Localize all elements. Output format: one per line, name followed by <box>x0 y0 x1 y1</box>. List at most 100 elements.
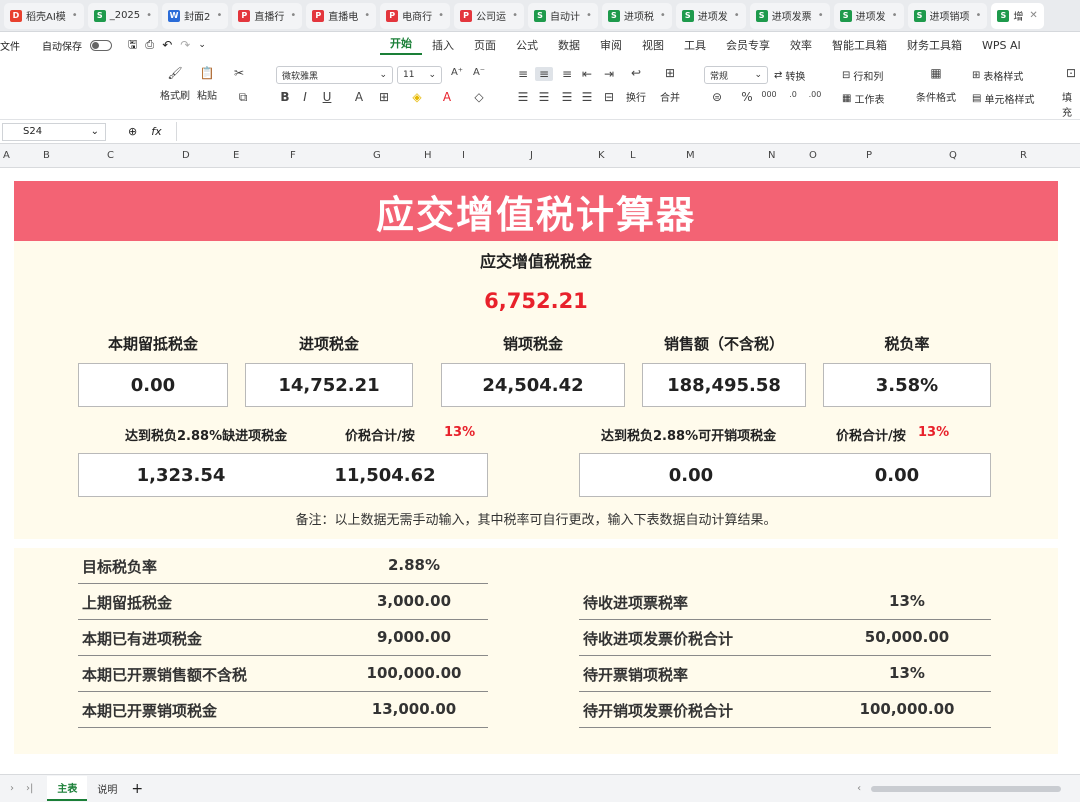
doc-tab-11[interactable]: S 进项发 • <box>833 2 904 29</box>
doc-tab-10[interactable]: S 进项发票 • <box>749 2 830 29</box>
column-header[interactable]: F <box>290 150 296 161</box>
merge-button[interactable]: ⊞ 合并 <box>660 66 680 104</box>
paste-button[interactable]: 📋 粘贴 <box>197 66 217 102</box>
close-icon[interactable]: • <box>892 10 898 21</box>
format-painter-button[interactable]: 🖌 格式刷 <box>160 66 190 102</box>
eraser-icon[interactable]: ◇ <box>470 90 488 104</box>
doc-tab-9[interactable]: S 进项发 • <box>675 2 746 29</box>
left-block-values[interactable]: 1,323.54 11,504.62 <box>78 453 488 497</box>
close-icon[interactable]: • <box>818 10 824 21</box>
align-top-icon[interactable]: ≡ <box>514 67 532 81</box>
chevron-down-icon[interactable]: ⌄ <box>198 40 206 50</box>
menu-page[interactable]: 页面 <box>464 37 506 53</box>
column-header[interactable]: R <box>1020 150 1027 161</box>
close-icon[interactable]: • <box>734 10 740 21</box>
cell-style-button[interactable]: ▤ 单元格样式 <box>972 91 1034 106</box>
underline-icon[interactable]: U <box>318 90 336 104</box>
currency-icon[interactable]: ⊜ <box>708 90 726 104</box>
close-icon[interactable]: • <box>364 10 370 21</box>
scroll-left-icon[interactable]: ‹ <box>857 783 861 794</box>
column-header[interactable]: E <box>233 150 239 161</box>
doc-tab-12[interactable]: S 进项销项 • <box>907 2 988 29</box>
column-header[interactable]: P <box>866 150 872 161</box>
doc-tab-6[interactable]: P 公司运 • <box>454 2 524 29</box>
fill-button[interactable]: ⊡ 填充 <box>1062 66 1080 119</box>
column-header[interactable]: M <box>686 150 695 161</box>
indent-increase-icon[interactable]: ⇥ <box>600 67 618 81</box>
column-header[interactable]: I <box>462 150 465 161</box>
align-right-icon[interactable]: ☰ <box>558 90 576 104</box>
column-header[interactable]: H <box>424 150 432 161</box>
sheet-tab-notes[interactable]: 说明 <box>87 777 127 800</box>
decimal-increase-icon[interactable]: .0 <box>784 90 802 99</box>
metric-value-tax-burden[interactable]: 3.58% <box>823 363 991 407</box>
menu-wps-ai[interactable]: WPS AI <box>972 39 1031 52</box>
autosave-toggle[interactable] <box>90 39 112 51</box>
font-size-select[interactable]: 11 ⌄ <box>397 66 442 84</box>
convert-button[interactable]: ⇄ 转换 <box>774 68 805 83</box>
column-header[interactable]: D <box>182 150 190 161</box>
doc-tab-4[interactable]: P 直播电 • <box>306 2 377 29</box>
column-header[interactable]: Q <box>949 150 957 161</box>
copy-icon[interactable]: ⧉ <box>234 90 252 105</box>
add-sheet-icon[interactable]: + <box>131 781 143 797</box>
increase-font-icon[interactable]: A⁺ <box>448 67 466 78</box>
file-menu[interactable]: 文件 <box>0 38 20 53</box>
menu-view[interactable]: 视图 <box>632 37 674 53</box>
print-icon[interactable]: ⎙ <box>145 38 154 52</box>
align-center-icon[interactable]: ☰ <box>535 90 553 104</box>
wrap-button[interactable]: ↩ 换行 <box>626 66 646 104</box>
fx-icon[interactable]: fx <box>151 125 161 138</box>
column-header[interactable]: B <box>43 150 50 161</box>
column-header[interactable]: C <box>107 150 114 161</box>
column-header[interactable]: K <box>598 150 605 161</box>
menu-review[interactable]: 审阅 <box>590 37 632 53</box>
right-block-rate[interactable]: 13% <box>918 425 949 440</box>
align-left-icon[interactable]: ☰ <box>514 90 532 104</box>
menu-smart-tools[interactable]: 智能工具箱 <box>822 37 897 53</box>
menu-formula[interactable]: 公式 <box>506 37 548 53</box>
save-icon[interactable]: 🖫 <box>128 36 137 55</box>
rows-cols-button[interactable]: ⊟ 行和列 <box>842 68 883 83</box>
conditional-format-button[interactable]: ▦ 条件格式 <box>916 66 956 104</box>
menu-data[interactable]: 数据 <box>548 37 590 53</box>
font-name-select[interactable]: 微软雅黑 ⌄ <box>276 66 393 84</box>
bold-icon[interactable]: B <box>276 90 294 104</box>
align-bottom-icon[interactable]: ≡ <box>558 67 576 81</box>
metric-value-sales[interactable]: 188,495.58 <box>642 363 806 407</box>
italic-icon[interactable]: I <box>296 90 314 104</box>
prev-sheet-icon[interactable]: › <box>10 783 14 794</box>
input-value-invoiced-output-tax[interactable]: 13,000.00 <box>314 700 514 718</box>
zoom-icon[interactable]: ⊕ <box>128 125 137 138</box>
percent-icon[interactable]: % <box>738 90 756 104</box>
doc-tab-5[interactable]: P 电商行 • <box>380 2 451 29</box>
align-middle-icon[interactable]: ≡ <box>535 67 553 81</box>
strikethrough-icon[interactable]: A <box>350 90 368 104</box>
worksheet-button[interactable]: ▦ 工作表 <box>842 91 884 106</box>
font-color-icon[interactable]: A <box>438 90 456 104</box>
fill-color-icon[interactable]: ◈ <box>408 90 426 104</box>
close-icon[interactable]: • <box>438 10 444 21</box>
justify-icon[interactable]: ☰ <box>578 90 596 104</box>
close-icon[interactable]: ✕ <box>1029 10 1037 21</box>
doc-tab-0[interactable]: D 稻壳AI模 • <box>4 2 84 29</box>
input-value-pending-output-rate[interactable]: 13% <box>814 664 1000 682</box>
input-value-invoiced-sales[interactable]: 100,000.00 <box>314 664 514 682</box>
sheet-area[interactable]: 应交增值税计算器 应交增值税税金 6,752.21 本期留抵税金 进项税金 销项… <box>0 168 1080 774</box>
column-header[interactable]: L <box>630 150 636 161</box>
cut-icon[interactable]: ✂ <box>230 66 248 80</box>
decimal-decrease-icon[interactable]: .00 <box>806 90 824 99</box>
doc-tab-3[interactable]: P 直播行 • <box>232 2 303 29</box>
doc-tab-7[interactable]: S 自动计 • <box>527 2 598 29</box>
border-icon[interactable]: ⊞ <box>375 90 393 104</box>
doc-tab-13[interactable]: S 增 ✕ <box>991 2 1044 29</box>
doc-tab-2[interactable]: W 封面2 • <box>162 2 229 29</box>
number-format-select[interactable]: 常规 ⌄ <box>704 66 768 84</box>
close-icon[interactable]: • <box>146 10 152 21</box>
close-icon[interactable]: • <box>72 10 78 21</box>
column-header[interactable]: O <box>809 150 817 161</box>
indent-decrease-icon[interactable]: ⇤ <box>578 67 596 81</box>
sheet-tab-main[interactable]: 主表 <box>47 776 88 801</box>
close-icon[interactable]: • <box>660 10 666 21</box>
menu-efficiency[interactable]: 效率 <box>780 37 822 53</box>
